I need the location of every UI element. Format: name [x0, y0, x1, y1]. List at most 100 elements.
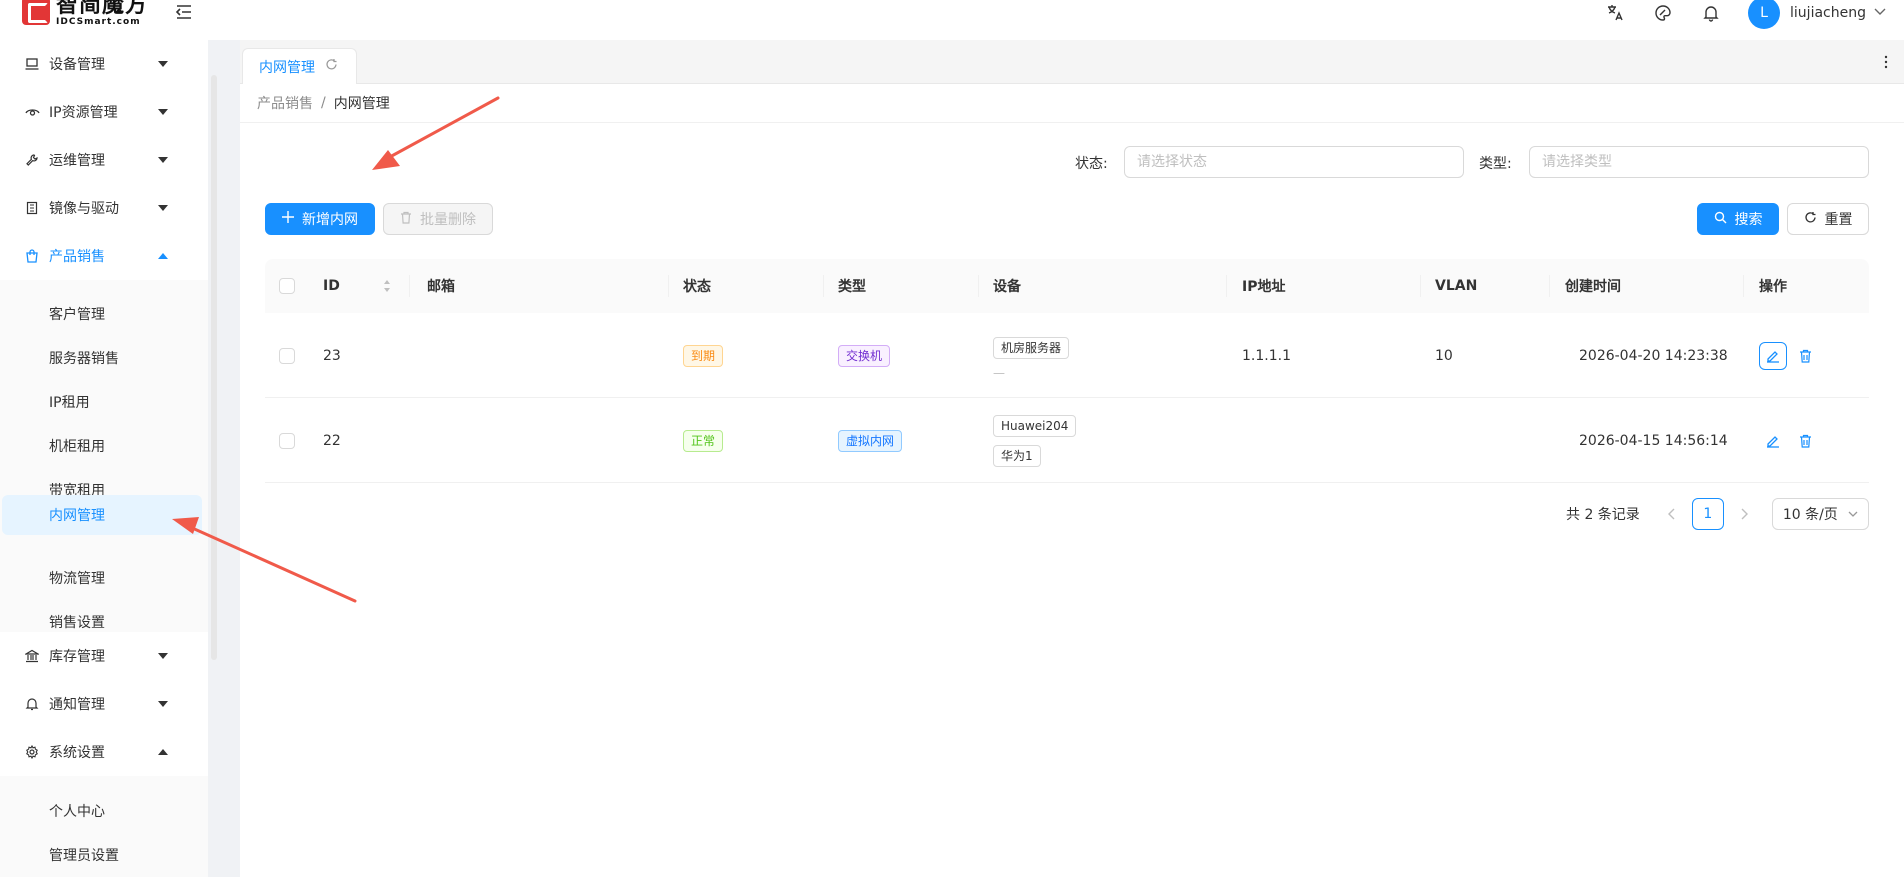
sub-item-label: 管理员设置 [49, 848, 119, 864]
column-separator [1549, 275, 1550, 297]
sidebar-item-label: 设备管理 [49, 57, 105, 73]
column-header-label: VLAN [1435, 278, 1478, 294]
sidebar-sub-ip-rental[interactable]: IP租用 [0, 382, 208, 422]
sidebar-item-ip-resources[interactable]: IP资源管理 [0, 88, 208, 136]
top-header: 智简魔方 IDCSmart.com L liujiacheng [0, 0, 1904, 40]
sidebar-item-operations[interactable]: 运维管理 [0, 136, 208, 184]
reset-icon [1804, 211, 1817, 228]
cell-ip: 1.1.1.1 [1242, 347, 1291, 364]
sidebar-item-notifications[interactable]: 通知管理 [0, 680, 208, 728]
delete-button[interactable] [1791, 427, 1819, 455]
sidebar-sub-personal-center[interactable]: 个人中心 [0, 791, 208, 831]
type-badge: 虚拟内网 [838, 429, 903, 452]
chevron-down-icon [1848, 511, 1858, 517]
sub-item-label: 物流管理 [49, 571, 105, 587]
device-tag: 机房服务器 [993, 336, 1070, 359]
bank-icon [24, 648, 40, 664]
breadcrumb-parent[interactable]: 产品销售 [257, 93, 313, 113]
sidebar-sub-server-sales[interactable]: 服务器销售 [0, 338, 208, 378]
cell-id: 22 [323, 432, 341, 449]
edit-button[interactable] [1759, 427, 1787, 455]
sidebar-item-label: 通知管理 [49, 697, 105, 713]
trash-icon [1799, 349, 1811, 363]
prev-page-icon[interactable] [1656, 498, 1688, 530]
caret-down-icon [158, 653, 168, 659]
laptop-icon [24, 56, 40, 72]
notification-bell-icon[interactable] [1700, 2, 1722, 24]
sidebar-item-label: 库存管理 [49, 649, 105, 665]
edit-button[interactable] [1759, 341, 1787, 370]
column-header-label: ID [323, 278, 340, 294]
tab-label: 内网管理 [259, 59, 315, 76]
divider [240, 122, 1904, 123]
sub-item-label: 个人中心 [49, 804, 105, 820]
column-header-device: 设备 [993, 259, 1021, 313]
trash-icon [400, 211, 412, 228]
sidebar-item-product-sales[interactable]: 产品销售 [0, 232, 208, 280]
caret-up-icon [158, 253, 168, 259]
sidebar-sub-customer-management[interactable]: 客户管理 [0, 294, 208, 334]
theme-palette-icon[interactable] [1652, 2, 1674, 24]
type-badge: 交换机 [838, 344, 891, 367]
column-header-id[interactable]: ID [323, 259, 340, 313]
sidebar-sub-intranet-management[interactable]: 内网管理 [2, 495, 202, 535]
eye-icon [24, 104, 40, 120]
refresh-icon[interactable] [325, 58, 338, 75]
translate-icon[interactable] [1604, 2, 1626, 24]
username[interactable]: liujiacheng [1790, 5, 1866, 21]
breadcrumb: 产品销售 / 内网管理 [257, 92, 390, 114]
total-records: 共 2 条记录 [1566, 507, 1640, 523]
logo[interactable]: 智简魔方 IDCSmart.com [22, 0, 148, 27]
sidebar-sub-logistics[interactable]: 物流管理 [0, 558, 208, 598]
type-select[interactable] [1529, 146, 1869, 178]
delete-button[interactable] [1791, 342, 1819, 370]
batch-delete-button[interactable]: 批量删除 [383, 203, 493, 235]
more-vertical-icon[interactable] [1878, 54, 1894, 70]
status-badge: 到期 [683, 344, 724, 367]
main-content: 内网管理 产品销售 / 内网管理 状态: 类型: 新增内网 批量删除 搜索 重置… [240, 40, 1904, 877]
page-number[interactable]: 1 [1691, 498, 1724, 530]
type-filter-label: 类型: [1479, 156, 1512, 172]
sidebar-item-device-management[interactable]: 设备管理 [0, 40, 208, 88]
breadcrumb-current: 内网管理 [333, 96, 390, 112]
chevron-down-icon[interactable] [1874, 8, 1886, 19]
next-page-icon[interactable] [1728, 498, 1760, 530]
column-separator [1743, 275, 1744, 297]
tab-intranet-management[interactable]: 内网管理 [242, 48, 357, 84]
device-tag: 华为1 [993, 444, 1041, 467]
logo-mark-icon [22, 0, 50, 25]
column-header-label: 邮箱 [427, 279, 455, 295]
cell-created: 2026-04-20 14:23:38 [1579, 347, 1728, 364]
add-intranet-button[interactable]: 新增内网 [265, 203, 375, 235]
sub-item-label: 机柜租用 [49, 439, 105, 455]
sidebar-item-system-settings[interactable]: 系统设置 [0, 728, 208, 776]
sidebar-item-images-drivers[interactable]: 镜像与驱动 [0, 184, 208, 232]
reset-button[interactable]: 重置 [1787, 203, 1869, 235]
sidebar-sub-cabinet-rental[interactable]: 机柜租用 [0, 426, 208, 466]
column-header-label: 设备 [993, 279, 1021, 295]
caret-down-icon [158, 157, 168, 163]
column-header-label: 操作 [1759, 279, 1787, 295]
breadcrumb-separator: / [321, 95, 326, 111]
status-select[interactable] [1124, 146, 1464, 178]
sidebar-item-label: 产品销售 [49, 249, 105, 265]
sidebar-sub-admin-settings[interactable]: 管理员设置 [0, 835, 208, 875]
collapse-sidebar-icon[interactable] [174, 2, 194, 22]
sidebar-scrollbar[interactable] [211, 75, 217, 660]
page-size-select[interactable]: 10 条/页 [1771, 498, 1869, 530]
sidebar-item-inventory[interactable]: 库存管理 [0, 632, 208, 680]
row-checkbox[interactable] [279, 432, 295, 449]
row-checkbox[interactable] [279, 347, 295, 364]
column-separator [1226, 275, 1227, 297]
caret-up-icon [158, 749, 168, 755]
user-avatar[interactable]: L [1748, 0, 1781, 29]
page-size-label: 10 条/页 [1782, 507, 1838, 523]
sub-item-label: 客户管理 [49, 307, 105, 323]
column-header-label: 创建时间 [1565, 279, 1621, 295]
search-button[interactable]: 搜索 [1697, 203, 1779, 235]
select-all-checkbox[interactable] [279, 278, 295, 294]
search-label: 搜索 [1734, 212, 1763, 228]
caret-down-icon [158, 205, 168, 211]
sort-icon[interactable] [383, 259, 391, 313]
sub-item-label: 内网管理 [49, 508, 105, 524]
